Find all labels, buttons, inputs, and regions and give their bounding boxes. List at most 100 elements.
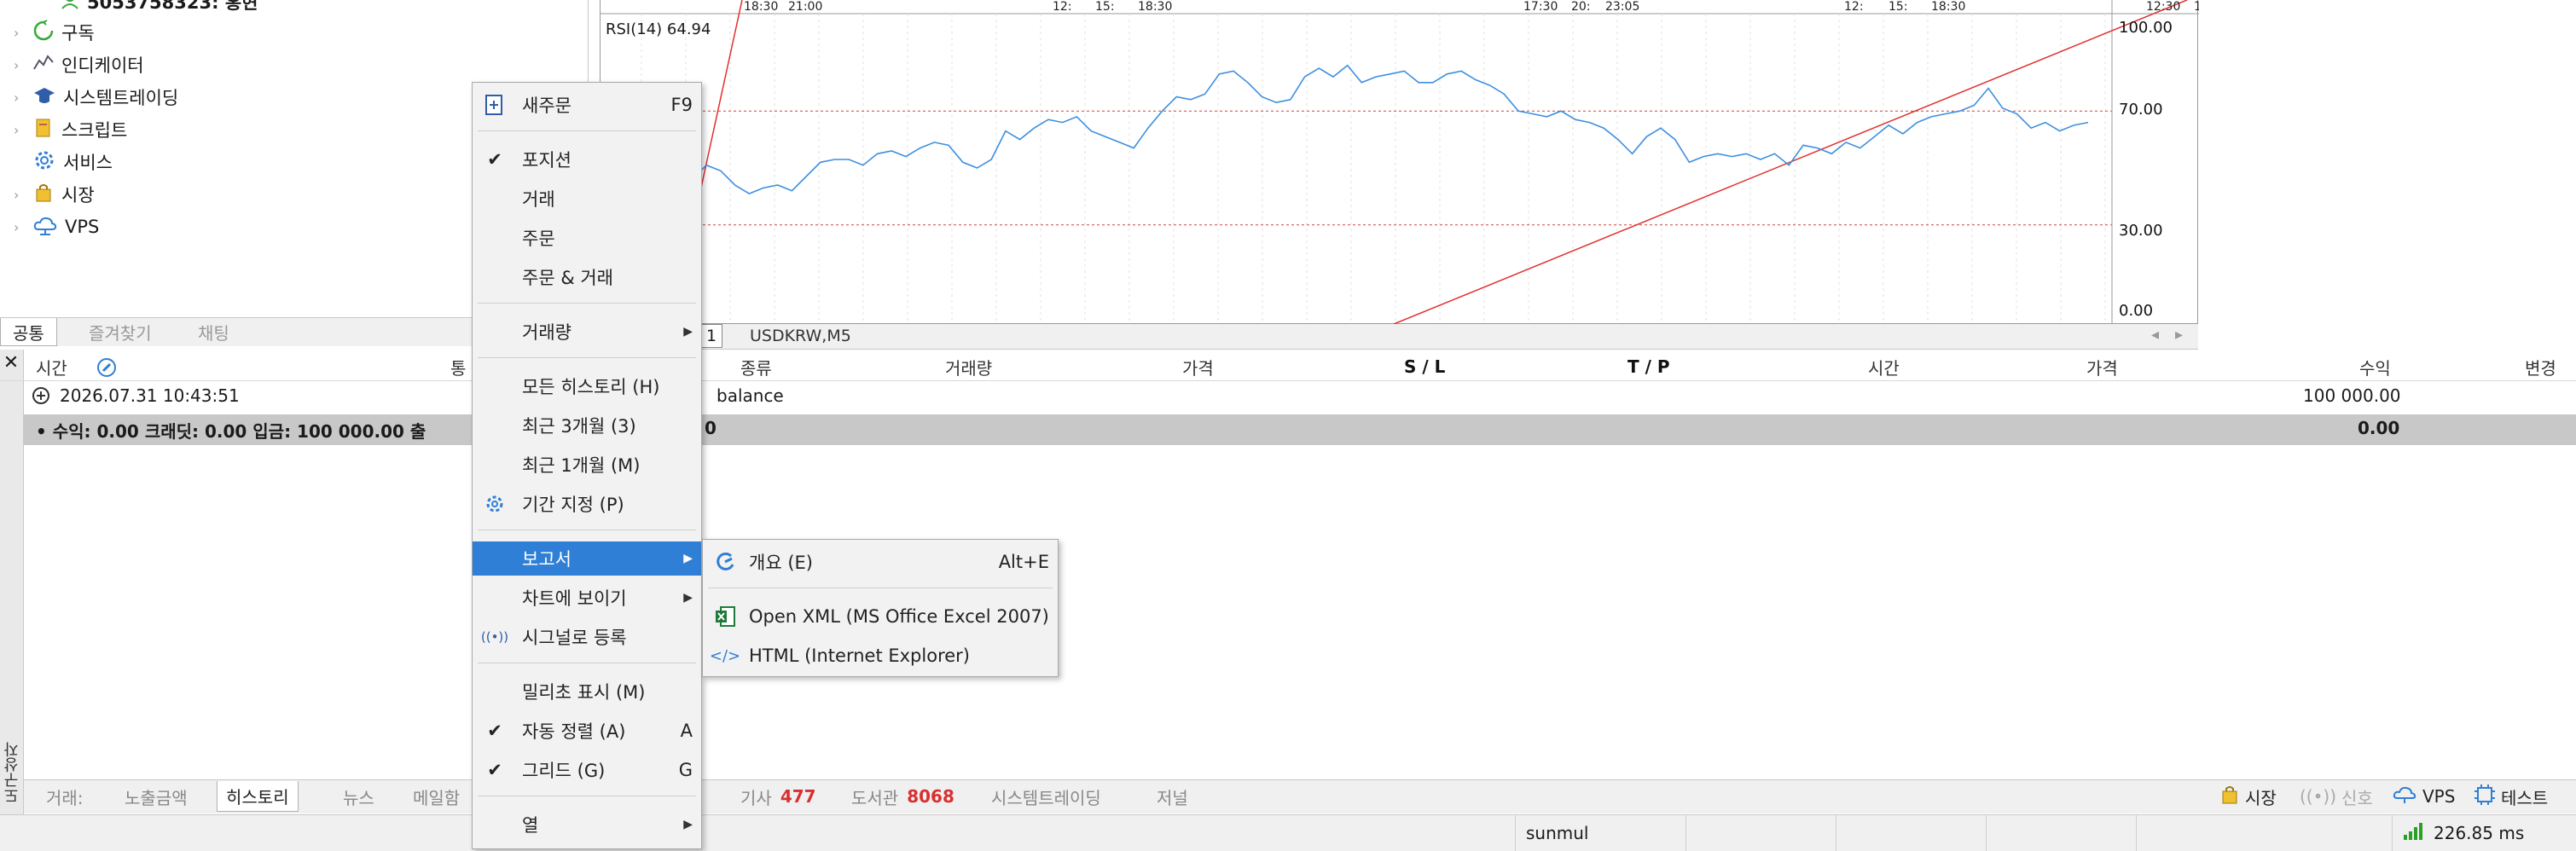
col-price[interactable]: 가격 — [1182, 353, 1214, 380]
menu-item-orders-deals[interactable]: 주문 & 거래 — [473, 260, 701, 294]
status-cell-empty — [1986, 814, 2136, 851]
tab-library[interactable]: 도서관 8068 — [843, 781, 963, 812]
nav-item-label: 서비스 — [63, 153, 113, 173]
expand-icon[interactable]: › — [14, 25, 26, 41]
menu-item-auto-arrange[interactable]: ✔ 자동 정렬 (A) A — [473, 714, 701, 748]
tab-journal[interactable]: 저널 — [1148, 781, 1197, 812]
expand-icon[interactable]: › — [14, 187, 26, 203]
col-tp[interactable]: T / P — [1627, 353, 1670, 380]
plus-circle-icon[interactable] — [31, 385, 51, 410]
nav-item-subscription[interactable]: › 구독 — [14, 17, 95, 48]
tab-mailbox[interactable]: 메일함 — [404, 781, 468, 812]
tab-trade[interactable]: 거래: — [38, 781, 92, 812]
tab-exposure[interactable]: 노출금액 — [116, 781, 196, 812]
nav-item-indicators[interactable]: › 인디케이터 — [14, 49, 144, 80]
menu-item-custom-period[interactable]: 기간 지정 (P) — [473, 487, 701, 521]
tab-articles[interactable]: 기사 477 — [732, 781, 825, 812]
signal-bars-icon — [2403, 821, 2425, 844]
expand-icon[interactable]: › — [14, 219, 26, 235]
gear-icon — [32, 148, 56, 177]
col-change[interactable]: 변경 — [2525, 353, 2556, 380]
chart-tab-symbol[interactable]: USDKRW,M5 — [750, 327, 851, 345]
summary-text: • 수익: 0.00 크래딧: 0.00 입금: 100 000.00 출 — [36, 421, 426, 442]
nav-item-scripts[interactable]: › 스크립트 — [14, 114, 127, 145]
time-label: 15:30 — [2194, 0, 2199, 14]
menu-item-columns[interactable]: 열 ▶ — [473, 808, 701, 842]
submenu-arrow-icon: ▶ — [683, 325, 693, 339]
link-tester[interactable]: 테스트 — [2465, 781, 2556, 812]
excel-icon — [713, 605, 737, 628]
menu-item-register-signal[interactable]: ((•)) 시그널로 등록 — [473, 620, 701, 654]
menu-item-show-on-chart[interactable]: 차트에 보이기 ▶ — [473, 581, 701, 615]
close-icon[interactable]: ✕ — [0, 352, 22, 373]
col-sl[interactable]: S / L — [1404, 353, 1445, 380]
submenu-arrow-icon: ▶ — [683, 818, 693, 831]
col-profit[interactable]: 수익 — [2359, 353, 2391, 380]
articles-count: 477 — [780, 786, 816, 807]
menu-item-report-overview[interactable]: 개요 (E) Alt+E — [703, 545, 1058, 579]
menu-item-new-order[interactable]: 새주문 F9 — [473, 88, 701, 122]
rsi-chart-plot[interactable]: 18:30 21:00 12: 15: 18:30 17:30 20: 23:05 12: 15:… — [600, 0, 2199, 324]
menu-item-orders[interactable]: 주문 — [473, 221, 701, 255]
col-type[interactable]: 종류 — [740, 353, 772, 380]
scroll-left-icon[interactable]: ◂ — [2151, 326, 2159, 344]
menu-item-open-xml[interactable]: Open XML (MS Office Excel 2007) — [703, 599, 1058, 634]
tab-chat[interactable]: 채팅 — [186, 318, 241, 346]
scale-label-30: 30.00 — [2119, 222, 2163, 240]
rsi-line — [620, 64, 2089, 194]
edit-icon[interactable] — [96, 356, 119, 383]
nav-item-market[interactable]: › 시장 — [14, 179, 95, 210]
tab-experts[interactable]: 시스템트레이딩 — [983, 781, 1110, 812]
tab-news[interactable]: 뉴스 — [334, 781, 383, 812]
library-count: 8068 — [907, 786, 954, 807]
time-label: 12: — [1053, 0, 1072, 14]
status-ping[interactable]: 226.85 ms — [2392, 814, 2576, 851]
tab-history[interactable]: 히스토리 — [217, 781, 299, 812]
col-order[interactable]: 통 — [450, 353, 466, 380]
rsi-chart-window[interactable]: 18:30 21:00 12: 15: 18:30 17:30 20: 23:05 12: 15:… — [600, 0, 2199, 324]
row-profit: 100 000.00 — [2303, 385, 2401, 406]
tab-favorites[interactable]: 즐겨찾기 — [77, 318, 164, 346]
link-vps[interactable]: VPS — [2383, 781, 2463, 812]
header-divider — [0, 380, 2576, 381]
chart-tab-number[interactable]: 1 — [700, 324, 722, 348]
nav-item-services[interactable]: 서비스 — [14, 147, 113, 177]
menu-item-milliseconds[interactable]: 밀리초 표시 (M) — [473, 674, 701, 709]
menu-item-positions[interactable]: ✔ 포지션 — [473, 142, 701, 177]
col-time[interactable]: 시간 — [36, 353, 67, 380]
expand-icon[interactable]: › — [14, 57, 26, 73]
tab-common[interactable]: 공통 — [0, 318, 57, 346]
report-submenu: 개요 (E) Alt+E Open XML (MS Office Excel 20… — [702, 539, 1059, 677]
nav-item-label: 구독 — [61, 23, 95, 43]
gear-icon — [483, 492, 507, 516]
menu-separator — [478, 130, 696, 131]
signal-icon: ((•)) — [480, 629, 509, 645]
expand-icon[interactable]: › — [14, 122, 26, 138]
menu-item-last-month[interactable]: 최근 1개월 (M) — [473, 448, 701, 482]
menu-item-html[interactable]: </> HTML (Internet Explorer) — [703, 639, 1058, 673]
link-market[interactable]: 시장 — [2211, 781, 2285, 812]
time-label: 17:30 — [1523, 0, 1558, 14]
menu-item-deals[interactable]: 거래 — [473, 182, 701, 216]
link-signals[interactable]: ((•)) 신호 — [2291, 781, 2382, 812]
menu-item-last-3-months[interactable]: 최근 3개월 (3) — [473, 408, 701, 443]
menu-item-volume[interactable]: 거래량 ▶ — [473, 315, 701, 349]
nav-item-experts[interactable]: › 시스템트레이딩 — [14, 82, 178, 113]
scale-label-70: 70.00 — [2119, 101, 2163, 119]
col-price2[interactable]: 가격 — [2086, 353, 2118, 380]
menu-item-all-history[interactable]: 모든 히스토리 (H) — [473, 369, 701, 403]
account-label: 5053758323: 홍현 — [87, 0, 258, 13]
scale-label-100: 100.00 — [2119, 19, 2173, 37]
market-bag-icon — [2219, 784, 2240, 809]
menu-item-report[interactable]: 보고서 ▶ — [473, 541, 701, 576]
account-item[interactable]: 5053758323: 홍현 — [60, 0, 258, 17]
col-time2[interactable]: 시간 — [1868, 353, 1900, 380]
scroll-right-icon[interactable]: ▸ — [2175, 326, 2183, 344]
row-time: 2026.07.31 10:43:51 — [60, 385, 240, 406]
expand-icon[interactable]: › — [14, 90, 26, 106]
menu-item-grid[interactable]: ✔ 그리드 (G) G — [473, 753, 701, 787]
check-icon: ✔ — [487, 149, 502, 170]
nav-item-vps[interactable]: › VPS — [14, 211, 99, 242]
check-icon: ✔ — [487, 721, 502, 741]
col-volume[interactable]: 거래량 — [945, 353, 992, 380]
